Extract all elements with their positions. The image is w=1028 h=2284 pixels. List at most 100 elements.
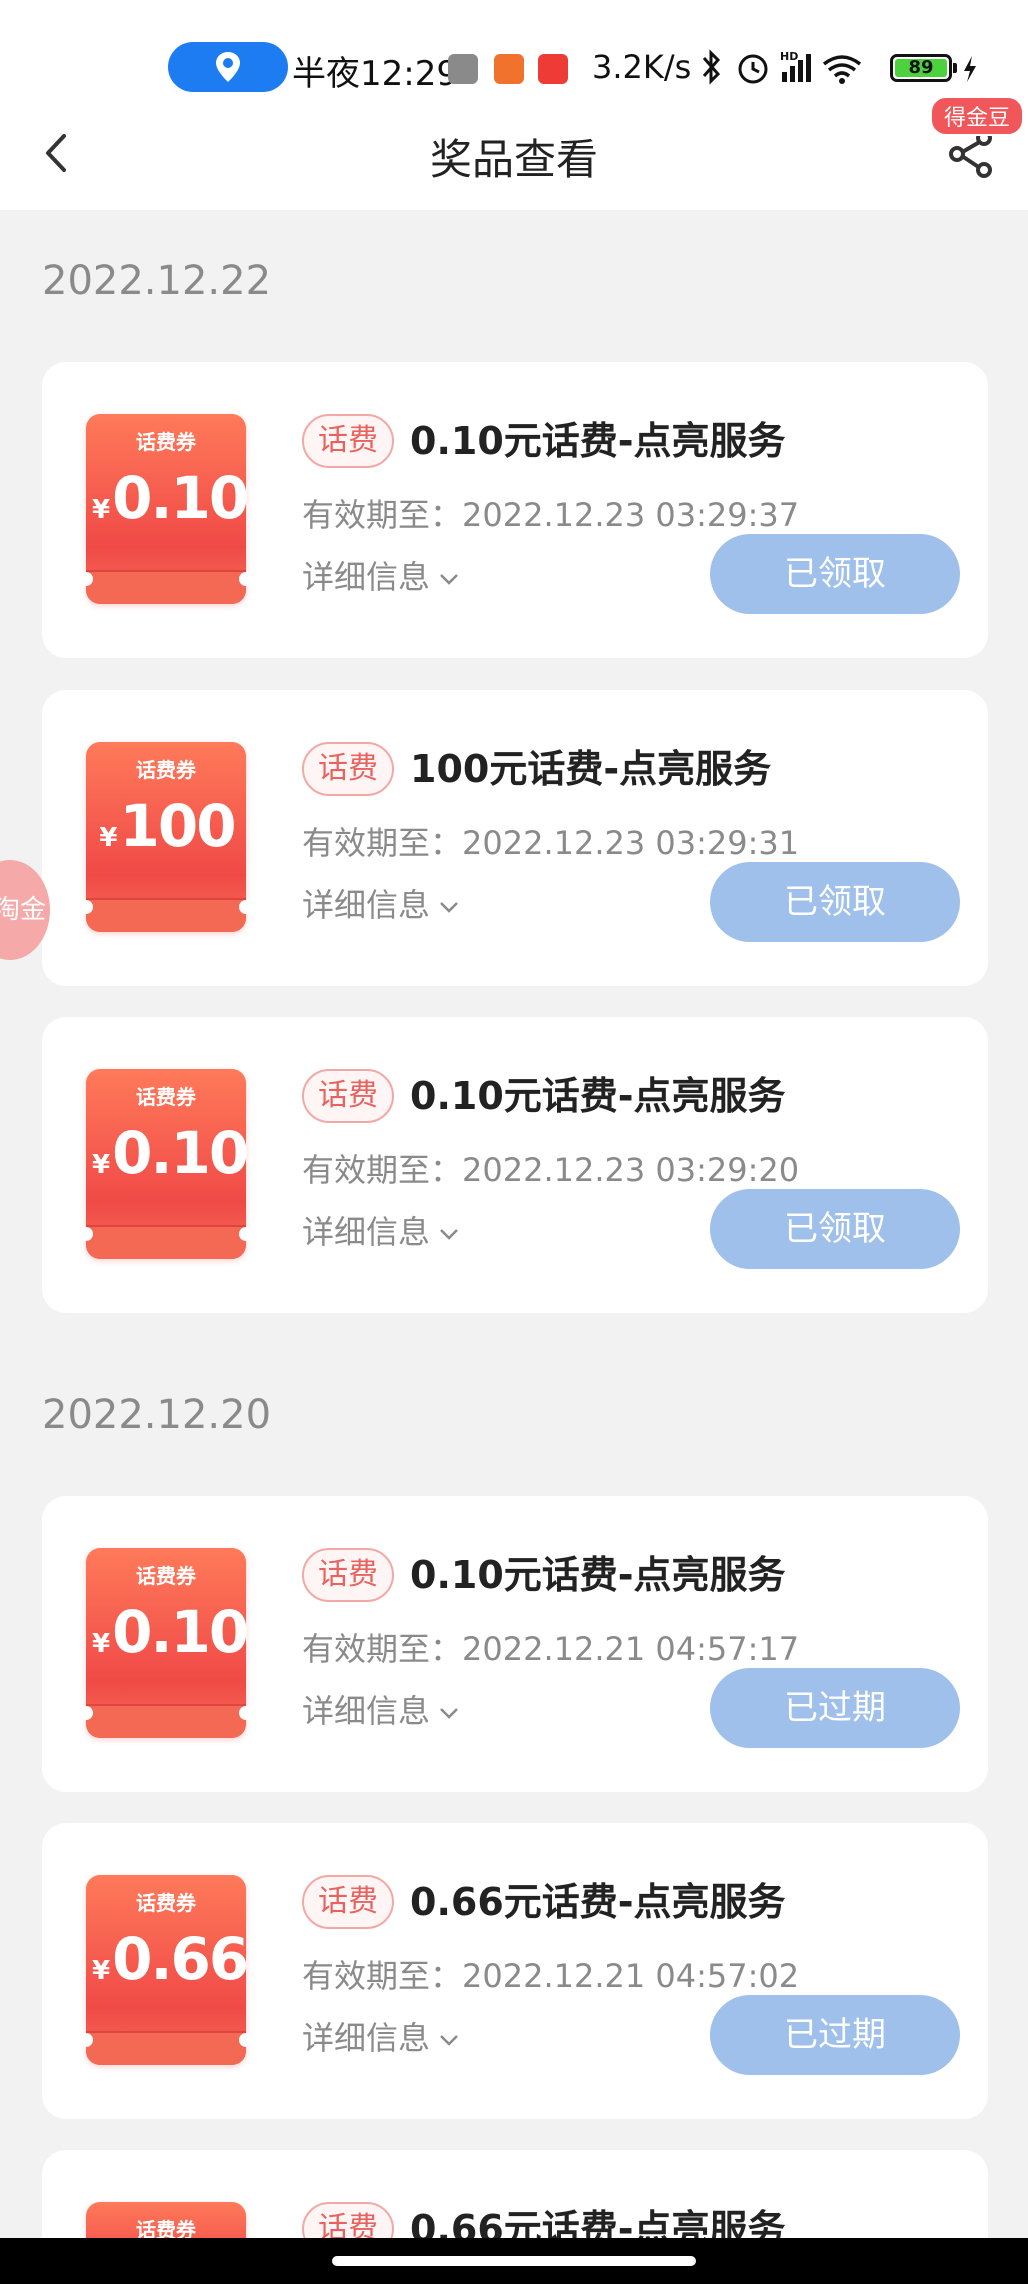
chevron-down-icon	[440, 2035, 458, 2046]
prize-card: 话费券 ¥0.10 话费 0.10元话费-点亮服务 有效期至：2022.12.2…	[42, 362, 988, 658]
coupon-amount: ¥0.10	[92, 1119, 249, 1187]
details-label: 详细信息	[302, 2019, 431, 2057]
coupon-type: 话费券	[136, 1085, 196, 1109]
app-notification-icon	[494, 54, 524, 84]
page-header: 奖品查看 得金豆	[0, 96, 1028, 210]
svg-text:HD: HD	[780, 50, 798, 63]
coupon-amount: ¥0.10	[92, 464, 249, 532]
prize-title: 0.66元话费-点亮服务	[410, 1880, 786, 1924]
app-notification-icon	[538, 54, 568, 84]
coupon-notch	[79, 572, 93, 586]
app-notification-icon	[448, 54, 478, 84]
prize-title: 0.10元话费-点亮服务	[410, 419, 786, 463]
category-tag: 话费	[302, 1548, 394, 1602]
claimed-button[interactable]: 已领取	[710, 1189, 960, 1269]
expired-button[interactable]: 已过期	[710, 1995, 960, 2075]
coupon-notch	[79, 1706, 93, 1720]
signal-icon: HD	[780, 50, 811, 82]
coupon-type: 话费券	[136, 758, 196, 782]
battery-level: 89	[895, 59, 947, 77]
claimed-button[interactable]: 已领取	[710, 534, 960, 614]
details-toggle[interactable]: 详细信息	[302, 880, 460, 926]
coupon-image: 话费券 ¥0.10	[79, 1548, 253, 1738]
category-tag: 话费	[302, 1875, 394, 1929]
coupon-amount-value: 0.10	[112, 464, 249, 532]
currency-symbol: ¥	[92, 1629, 111, 1659]
page-title: 奖品查看	[429, 135, 598, 184]
coupon-amount: ¥100	[92, 792, 242, 860]
prize-title: 100元话费-点亮服务	[410, 747, 772, 791]
coupon-stub	[86, 1704, 246, 1738]
coupon-type: 话费券	[136, 1891, 196, 1915]
prize-title: 0.10元话费-点亮服务	[410, 1074, 786, 1118]
category-tag: 话费	[302, 414, 394, 468]
prize-card: 话费券 ¥100 话费 100元话费-点亮服务 有效期至：2022.12.23 …	[42, 690, 988, 986]
coupon-stub	[86, 898, 246, 932]
prize-card: 话费券 ¥0.10 话费 0.10元话费-点亮服务 有效期至：2022.12.2…	[42, 1017, 988, 1313]
charging-icon	[964, 56, 976, 82]
coupon-stub	[86, 570, 246, 604]
details-label: 详细信息	[302, 1213, 431, 1251]
details-toggle[interactable]: 详细信息	[302, 2013, 460, 2059]
details-label: 详细信息	[302, 558, 431, 596]
network-speed: 3.2K/s	[592, 48, 692, 86]
chevron-down-icon	[440, 1229, 458, 1240]
coupon-amount: ¥0.10	[92, 1598, 249, 1666]
chevron-down-icon	[440, 1708, 458, 1719]
coupon-notch	[79, 1227, 93, 1241]
validity-text: 有效期至：2022.12.23 03:29:20	[302, 1151, 800, 1189]
details-toggle[interactable]: 详细信息	[302, 1207, 460, 1253]
coupon-notch	[239, 2033, 253, 2047]
coupon-notch	[79, 900, 93, 914]
battery-icon: 89	[890, 54, 957, 82]
coupon-amount-value: 0.10	[112, 1598, 249, 1666]
details-toggle[interactable]: 详细信息	[302, 552, 460, 598]
alarm-icon	[738, 54, 768, 84]
home-indicator[interactable]	[332, 2256, 696, 2266]
coupon-stub	[86, 2031, 246, 2065]
currency-symbol: ¥	[99, 823, 118, 853]
location-icon	[216, 52, 240, 82]
coupon-amount-value: 0.10	[112, 1119, 249, 1187]
coupon-notch	[79, 2033, 93, 2047]
status-time: 半夜12:29	[292, 54, 458, 94]
coupon-image: 话费券 ¥100	[79, 742, 253, 932]
coupon-image: 话费券 ¥0.66	[79, 1875, 253, 2065]
validity-text: 有效期至：2022.12.21 04:57:02	[302, 1957, 800, 1995]
validity-text: 有效期至：2022.12.23 03:29:37	[302, 496, 800, 534]
prize-card: 话费券 ¥0.66 话费 0.66元话费-点亮服务 有效期至：2022.12.2…	[42, 1823, 988, 2119]
prize-card: 话费券 ¥0.10 话费 0.10元话费-点亮服务 有效期至：2022.12.2…	[42, 1496, 988, 1792]
claimed-button[interactable]: 已领取	[710, 862, 960, 942]
coupon-image: 话费券 ¥0.10	[79, 414, 253, 604]
details-label: 详细信息	[302, 1692, 431, 1730]
validity-text: 有效期至：2022.12.23 03:29:31	[302, 824, 800, 862]
category-tag: 话费	[302, 1069, 394, 1123]
coupon-type: 话费券	[136, 1564, 196, 1588]
coupon-type: 话费券	[136, 430, 196, 454]
category-tag: 话费	[302, 742, 394, 796]
date-header: 2022.12.22	[42, 258, 272, 304]
coupon-amount: ¥0.66	[92, 1925, 249, 1993]
status-icons: HD	[702, 49, 862, 85]
currency-symbol: ¥	[92, 1956, 111, 1986]
coupon-notch	[239, 1706, 253, 1720]
details-toggle[interactable]: 详细信息	[302, 1686, 460, 1732]
coupon-notch	[239, 1227, 253, 1241]
chevron-down-icon	[440, 574, 458, 585]
coupon-image: 话费券 ¥0.10	[79, 1069, 253, 1259]
details-label: 详细信息	[302, 886, 431, 924]
expired-button[interactable]: 已过期	[710, 1668, 960, 1748]
coupon-notch	[239, 900, 253, 914]
wifi-icon	[822, 55, 862, 84]
coupon-notch	[239, 572, 253, 586]
location-indicator	[168, 42, 288, 92]
coupon-stub	[86, 1225, 246, 1259]
gold-bean-badge[interactable]: 得金豆	[930, 96, 1025, 136]
coupon-amount-value: 0.66	[112, 1925, 249, 1993]
currency-symbol: ¥	[92, 1150, 111, 1180]
chevron-down-icon	[440, 902, 458, 913]
currency-symbol: ¥	[92, 495, 111, 525]
prize-title: 0.10元话费-点亮服务	[410, 1553, 786, 1597]
date-header: 2022.12.20	[42, 1392, 272, 1438]
validity-text: 有效期至：2022.12.21 04:57:17	[302, 1630, 800, 1668]
